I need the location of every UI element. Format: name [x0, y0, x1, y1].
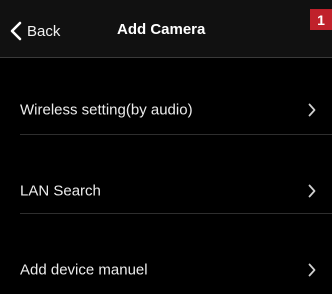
navigation-bar: Back Add Camera	[0, 0, 332, 58]
chevron-right-icon	[308, 184, 316, 198]
chevron-left-icon	[10, 21, 22, 41]
divider	[20, 134, 332, 135]
back-button[interactable]: Back	[10, 19, 60, 43]
number-badge: 1	[310, 9, 332, 30]
divider	[20, 213, 332, 214]
menu-item-label: Add device manuel	[20, 261, 148, 279]
chevron-right-icon	[308, 103, 316, 117]
menu-item-add-device-manual[interactable]: Add device manuel	[0, 246, 332, 294]
chevron-right-icon	[308, 263, 316, 277]
menu-item-lan-search[interactable]: LAN Search	[0, 167, 332, 215]
menu-item-wireless-setting[interactable]: Wireless setting(by audio)	[0, 86, 332, 134]
back-label: Back	[27, 22, 61, 40]
menu-item-label: LAN Search	[20, 182, 101, 200]
menu-item-label: Wireless setting(by audio)	[20, 101, 193, 119]
page-title: Add Camera	[117, 21, 206, 38]
